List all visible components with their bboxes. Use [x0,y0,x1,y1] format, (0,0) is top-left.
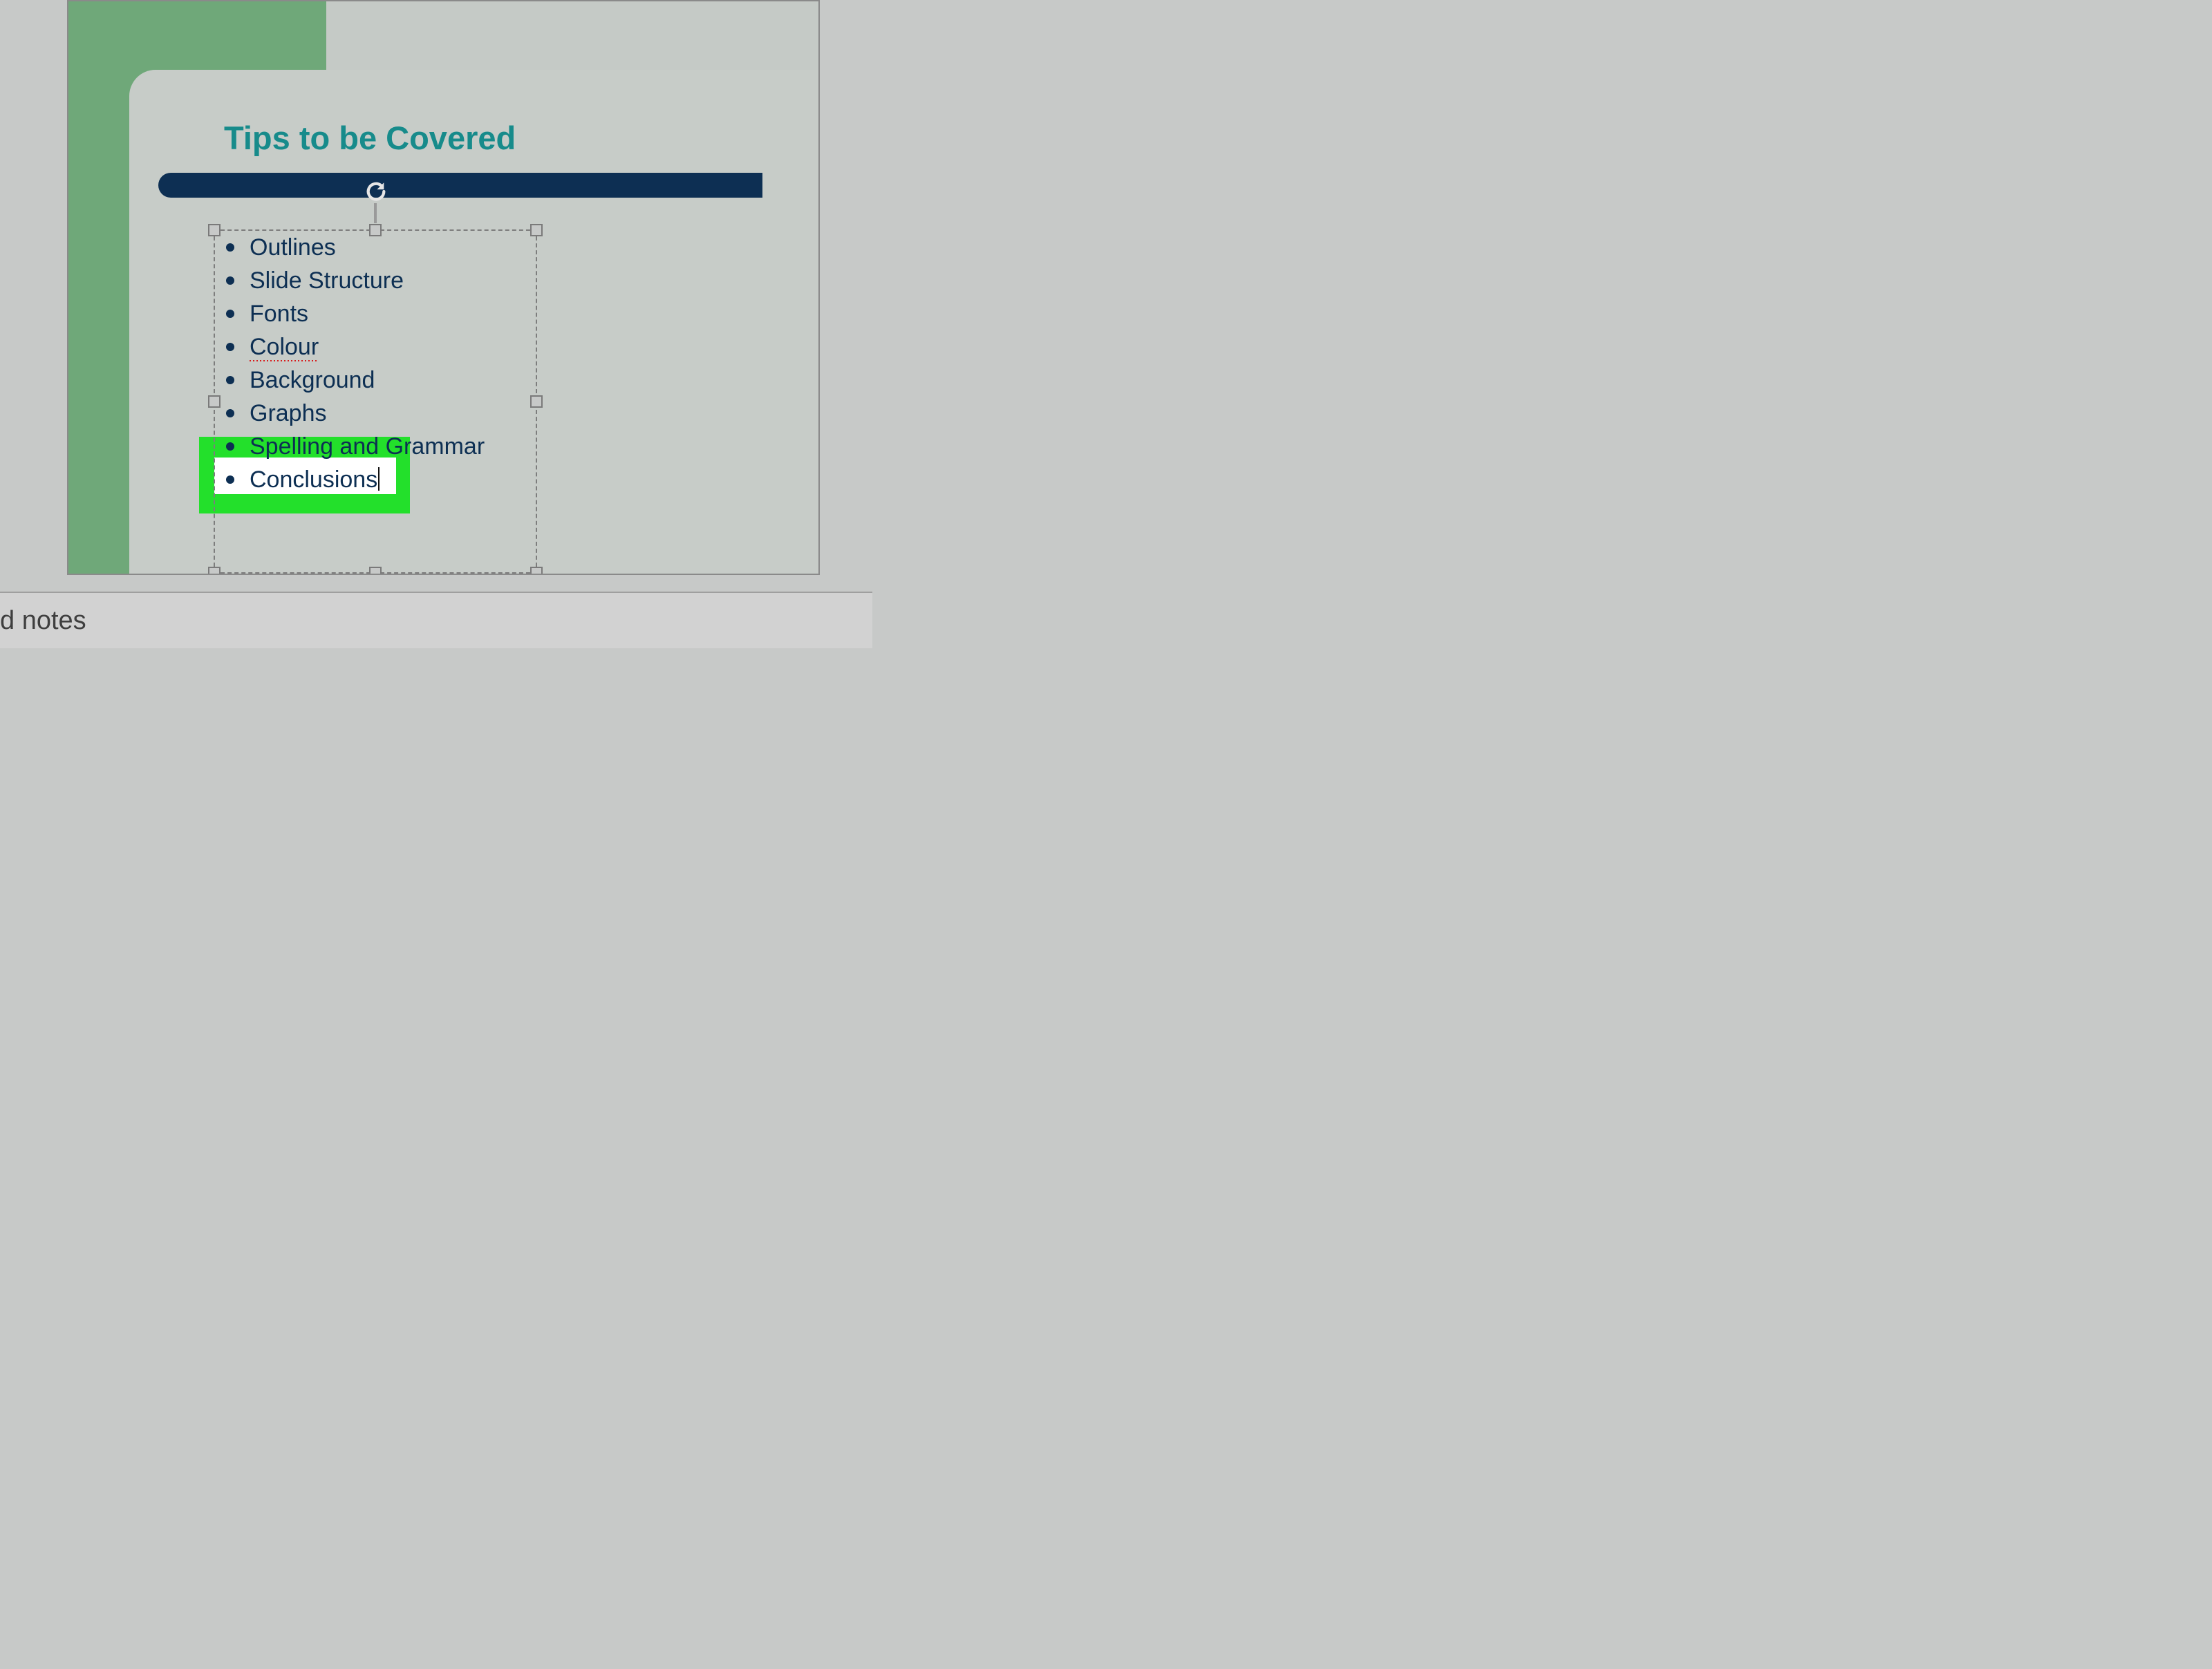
slide-title[interactable]: Tips to be Covered [224,119,516,157]
resize-handle-middle-left[interactable] [208,395,221,408]
bullet-text: Fonts [250,301,308,327]
resize-handle-bottom-right[interactable] [530,567,543,575]
bullet-text: Graphs [250,400,327,426]
text-caret [378,467,379,491]
bullet-item[interactable]: Conclusions [222,463,554,496]
resize-handle-bottom-left[interactable] [208,567,221,575]
rotate-handle-stem [374,203,377,223]
notes-placeholder-fragment: d notes [0,606,86,635]
bullet-text: Slide Structure [250,267,404,294]
bullet-text: Conclusions [250,466,377,493]
bullet-item[interactable]: Spelling and Grammar [222,430,554,463]
bullet-item[interactable]: Colour [222,330,554,364]
rotate-handle-icon[interactable] [364,180,388,203]
resize-handle-bottom-middle[interactable] [369,567,382,575]
theme-divider-bar [158,173,762,198]
editor-stage: Tips to be Covered Outlines Slide Struct [0,0,872,659]
bullet-item[interactable]: Outlines [222,231,554,264]
bullet-text: Spelling and Grammar [250,433,485,460]
bullet-item[interactable]: Graphs [222,397,554,430]
notes-pane[interactable]: d notes [0,592,872,648]
bullet-item[interactable]: Fonts [222,297,554,330]
slide-canvas[interactable]: Tips to be Covered Outlines Slide Struct [67,0,820,575]
bullet-item[interactable]: Slide Structure [222,264,554,297]
bullet-text: Background [250,367,375,393]
bullet-list[interactable]: Outlines Slide Structure Fonts Colour Ba… [222,231,554,496]
bullet-item[interactable]: Background [222,364,554,397]
bullet-text: Outlines [250,234,336,261]
bullet-text: Colour [250,334,319,361]
resize-handle-top-left[interactable] [208,224,221,236]
